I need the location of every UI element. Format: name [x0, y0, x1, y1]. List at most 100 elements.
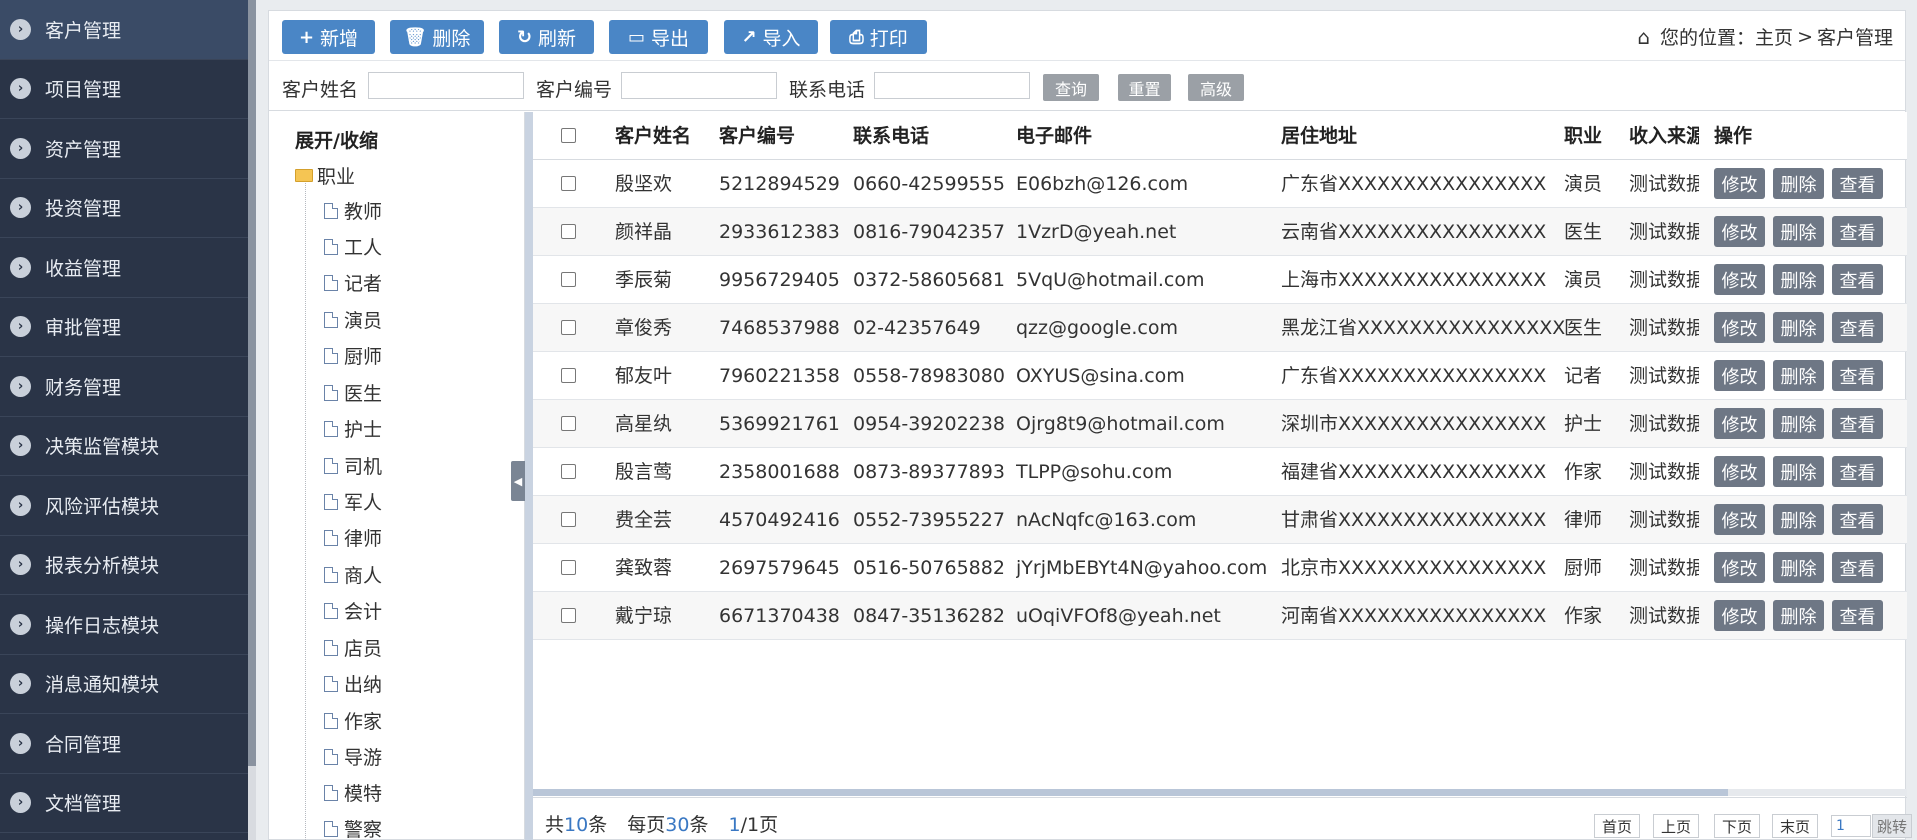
first-page-button[interactable]: 首页: [1594, 814, 1640, 838]
table-row[interactable]: 殷坚欢 5212894529 0660-42599555 E06bzh@126.com…: [533, 160, 1907, 208]
delete-row-button[interactable]: 删除: [1773, 360, 1824, 391]
edit-row-button[interactable]: 修改: [1714, 168, 1765, 199]
view-row-button[interactable]: 查看: [1832, 552, 1883, 583]
tree-item[interactable]: 模特: [324, 779, 382, 806]
col-address[interactable]: 居住地址: [1281, 112, 1357, 160]
table-hscroll-thumb[interactable]: [533, 789, 1728, 796]
row-checkbox[interactable]: [561, 224, 576, 239]
delete-button[interactable]: 🗑 删除: [390, 20, 484, 54]
row-checkbox[interactable]: [561, 272, 576, 287]
collapse-tree-icon[interactable]: ◀: [511, 461, 525, 501]
tree-item[interactable]: 工人: [324, 233, 382, 260]
delete-row-button[interactable]: 删除: [1773, 216, 1824, 247]
delete-row-button[interactable]: 删除: [1773, 456, 1824, 487]
edit-row-button[interactable]: 修改: [1714, 456, 1765, 487]
refresh-button[interactable]: ↻ 刷新: [499, 20, 594, 54]
table-row[interactable]: 颜祥晶 2933612383 0816-79042357 1VzrD@yeah.net…: [533, 208, 1907, 256]
edit-row-button[interactable]: 修改: [1714, 216, 1765, 247]
col-name[interactable]: 客户姓名: [615, 112, 691, 160]
row-checkbox[interactable]: [561, 560, 576, 575]
row-checkbox[interactable]: [561, 320, 576, 335]
jump-page-input[interactable]: 1: [1831, 815, 1871, 837]
table-row[interactable]: 高星纨 5369921761 0954-39202238 Ojrg8t9@hotmai…: [533, 400, 1907, 448]
tree-item[interactable]: 导游: [324, 743, 382, 770]
tree-item[interactable]: 记者: [324, 269, 382, 296]
tree-item[interactable]: 会计: [324, 597, 382, 624]
row-checkbox[interactable]: [561, 464, 576, 479]
table-row[interactable]: 郁友叶 7960221358 0558-78983080 OXYUS@sina.com…: [533, 352, 1907, 400]
row-checkbox[interactable]: [561, 176, 576, 191]
view-row-button[interactable]: 查看: [1832, 504, 1883, 535]
view-row-button[interactable]: 查看: [1832, 456, 1883, 487]
sidebar-item-message[interactable]: › 消息通知模块: [0, 655, 248, 714]
customer-name-input[interactable]: [368, 72, 524, 99]
col-income[interactable]: 收入来源: [1629, 112, 1699, 160]
tree-item[interactable]: 教师: [324, 197, 382, 224]
sidebar-item-report[interactable]: › 报表分析模块: [0, 536, 248, 595]
reset-button[interactable]: 重置: [1118, 74, 1171, 101]
sidebar-item-finance[interactable]: › 财务管理: [0, 357, 248, 417]
delete-row-button[interactable]: 删除: [1773, 264, 1824, 295]
edit-row-button[interactable]: 修改: [1714, 264, 1765, 295]
tree-item[interactable]: 演员: [324, 306, 382, 333]
tree-item[interactable]: 军人: [324, 488, 382, 515]
advanced-button[interactable]: 高级: [1188, 74, 1244, 101]
sidebar-item-contract[interactable]: › 合同管理: [0, 714, 248, 774]
view-row-button[interactable]: 查看: [1832, 312, 1883, 343]
edit-row-button[interactable]: 修改: [1714, 312, 1765, 343]
tree-item[interactable]: 律师: [324, 524, 382, 551]
sidebar-item-investment[interactable]: › 投资管理: [0, 179, 248, 238]
jump-button[interactable]: 跳转: [1872, 814, 1912, 838]
view-row-button[interactable]: 查看: [1832, 216, 1883, 247]
col-job[interactable]: 职业: [1564, 112, 1602, 160]
next-page-button[interactable]: 下页: [1714, 814, 1760, 838]
table-row[interactable]: 费全芸 4570492416 0552-73955227 nAcNqfc@163.co…: [533, 496, 1907, 544]
tree-item[interactable]: 厨师: [324, 342, 382, 369]
delete-row-button[interactable]: 删除: [1773, 408, 1824, 439]
sidebar-item-approval[interactable]: › 审批管理: [0, 298, 248, 357]
customer-code-input[interactable]: [621, 72, 777, 99]
view-row-button[interactable]: 查看: [1832, 168, 1883, 199]
last-page-button[interactable]: 末页: [1772, 814, 1818, 838]
tree-splitter[interactable]: [525, 112, 533, 840]
add-button[interactable]: + 新增: [282, 20, 375, 54]
view-row-button[interactable]: 查看: [1832, 360, 1883, 391]
delete-row-button[interactable]: 删除: [1773, 168, 1824, 199]
delete-row-button[interactable]: 删除: [1773, 504, 1824, 535]
row-checkbox[interactable]: [561, 512, 576, 527]
row-checkbox[interactable]: [561, 608, 576, 623]
table-row[interactable]: 龚致蓉 2697579645 0516-50765882 jYrjMbEBYt4N@y…: [533, 544, 1907, 592]
table-row[interactable]: 季辰菊 9956729405 0372-58605681 5VqU@hotmail.c…: [533, 256, 1907, 304]
col-email[interactable]: 电子邮件: [1016, 112, 1092, 160]
col-phone[interactable]: 联系电话: [853, 112, 929, 160]
edit-row-button[interactable]: 修改: [1714, 552, 1765, 583]
export-button[interactable]: ▭ 导出: [609, 20, 708, 54]
breadcrumb-home-link[interactable]: 主页: [1755, 23, 1793, 50]
sidebar-item-asset[interactable]: › 资产管理: [0, 119, 248, 179]
tree-item[interactable]: 店员: [324, 634, 382, 661]
col-code[interactable]: 客户编号: [719, 112, 795, 160]
tree-item[interactable]: 商人: [324, 561, 382, 588]
row-checkbox[interactable]: [561, 416, 576, 431]
row-checkbox[interactable]: [561, 368, 576, 383]
query-button[interactable]: 查询: [1043, 74, 1099, 101]
table-row[interactable]: 章俊秀 7468537988 02-42357649 qzz@google.com 黑龙…: [533, 304, 1907, 352]
prev-page-button[interactable]: 上页: [1653, 814, 1699, 838]
view-row-button[interactable]: 查看: [1832, 600, 1883, 631]
sidebar-item-project[interactable]: › 项目管理: [0, 60, 248, 119]
view-row-button[interactable]: 查看: [1832, 264, 1883, 295]
tree-root-occupation[interactable]: 职业: [295, 162, 355, 189]
tree-toggle[interactable]: 展开/收缩: [295, 126, 378, 153]
tree-item[interactable]: 警察: [324, 815, 382, 840]
sidebar-item-income[interactable]: › 收益管理: [0, 238, 248, 298]
edit-row-button[interactable]: 修改: [1714, 360, 1765, 391]
tree-item[interactable]: 医生: [324, 379, 382, 406]
delete-row-button[interactable]: 删除: [1773, 552, 1824, 583]
tree-item[interactable]: 护士: [324, 415, 382, 442]
table-row[interactable]: 戴宁琼 6671370438 0847-35136282 uOqiVFOf8@yeah…: [533, 592, 1907, 640]
select-all-checkbox[interactable]: [561, 128, 576, 143]
edit-row-button[interactable]: 修改: [1714, 600, 1765, 631]
print-button[interactable]: ⎙ 打印: [830, 20, 927, 54]
sidebar-item-document[interactable]: › 文档管理: [0, 774, 248, 833]
sidebar-scrollbar[interactable]: [248, 0, 256, 766]
